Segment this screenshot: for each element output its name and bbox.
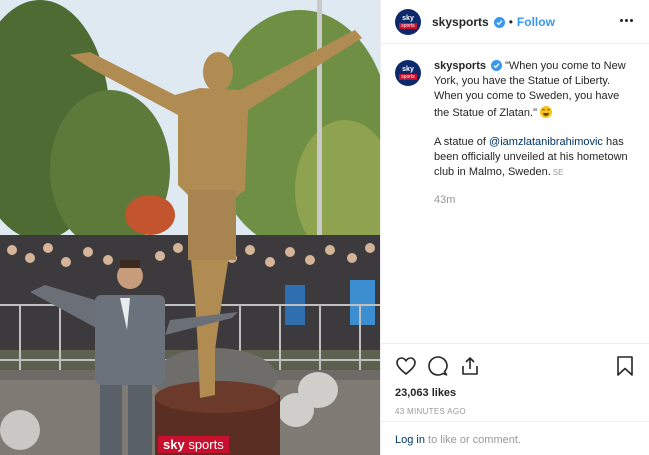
caption-section: sky sports skysports "When you come to Ne… [395, 58, 645, 208]
login-prompt: Log in to like or comment. [381, 421, 649, 455]
avatar-text-line2: sports [399, 22, 417, 29]
laughing-emoji-icon [539, 106, 552, 118]
post-photo[interactable]: sky sports [0, 0, 380, 455]
caption-paragraph: A statue of @iamzlatanibrahimovic has be… [434, 135, 634, 180]
caption-username[interactable]: skysports [434, 60, 486, 72]
bookmark-icon[interactable] [614, 355, 636, 377]
watermark-part2: sports [188, 437, 224, 452]
avatar-text-line1: sky [402, 14, 414, 22]
heart-icon[interactable] [395, 355, 417, 377]
share-icon[interactable] [459, 355, 481, 377]
caption-time-ago: 43m [434, 194, 456, 206]
post-header: sky sports skysports • Follow [381, 0, 649, 44]
post-side-panel: sky sports skysports • Follow sky sports… [380, 0, 649, 455]
post-timestamp: 43 MINUTES AGO [395, 407, 466, 416]
sky-sports-watermark: sky sports [158, 436, 229, 453]
caption-more-link[interactable]: SE [553, 168, 564, 177]
like-count[interactable]: 23,063 likes [395, 387, 636, 399]
comment-icon[interactable] [427, 355, 449, 377]
statue-photo-illustration [0, 0, 380, 455]
mention-link[interactable]: @iamzlatanibrahimovic [489, 136, 603, 148]
avatar-text-line2: sports [399, 74, 417, 80]
caption-text-before-mention: A statue of [434, 136, 490, 148]
post-username[interactable]: skysports [432, 15, 489, 29]
watermark-part1: sky [163, 437, 185, 452]
avatar[interactable]: sky sports [395, 8, 421, 35]
more-options-icon[interactable] [616, 10, 636, 30]
login-prompt-text: to like or comment. [424, 434, 521, 446]
avatar-text-line1: sky [402, 66, 414, 73]
login-link[interactable]: Log in [395, 434, 425, 446]
post-actions: 23,063 likes 43 MINUTES AGO [381, 343, 649, 416]
verified-badge-icon [490, 60, 502, 71]
verified-badge-icon [493, 17, 505, 28]
avatar[interactable]: sky sports [395, 60, 421, 86]
follow-button[interactable]: Follow [517, 15, 555, 29]
separator-dot: • [508, 14, 513, 29]
caption-text: skysports "When you come to New York, you… [434, 58, 634, 208]
